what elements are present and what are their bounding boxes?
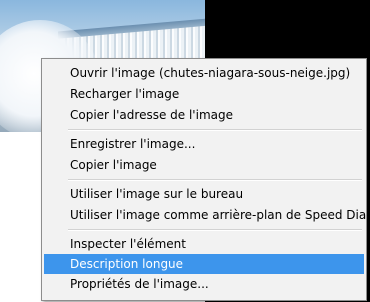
menu-item-long-description[interactable]: Description longue	[44, 254, 364, 274]
image-context-menu: Ouvrir l'image (chutes-niagara-sous-neig…	[41, 58, 370, 301]
menu-item-set-speed-dial-background[interactable]: Utiliser l'image comme arrière-plan de S…	[44, 205, 370, 225]
menu-item-save-image[interactable]: Enregistrer l'image...	[44, 134, 364, 154]
menu-item-inspect-element[interactable]: Inspecter l'élément	[44, 234, 364, 254]
menu-item-open-image[interactable]: Ouvrir l'image (chutes-niagara-sous-neig…	[44, 63, 364, 83]
menu-item-set-desktop-image[interactable]: Utiliser l'image sur le bureau	[44, 184, 364, 204]
menu-separator	[68, 229, 362, 231]
menu-item-copy-image[interactable]: Copier l'image	[44, 155, 364, 175]
menu-separator	[68, 129, 362, 131]
menu-item-copy-image-address[interactable]: Copier l'adresse de l'image	[44, 105, 364, 125]
menu-separator	[68, 179, 362, 181]
menu-item-image-properties[interactable]: Propriétés de l'image...	[44, 274, 364, 294]
menu-item-reload-image[interactable]: Recharger l'image	[44, 84, 364, 104]
